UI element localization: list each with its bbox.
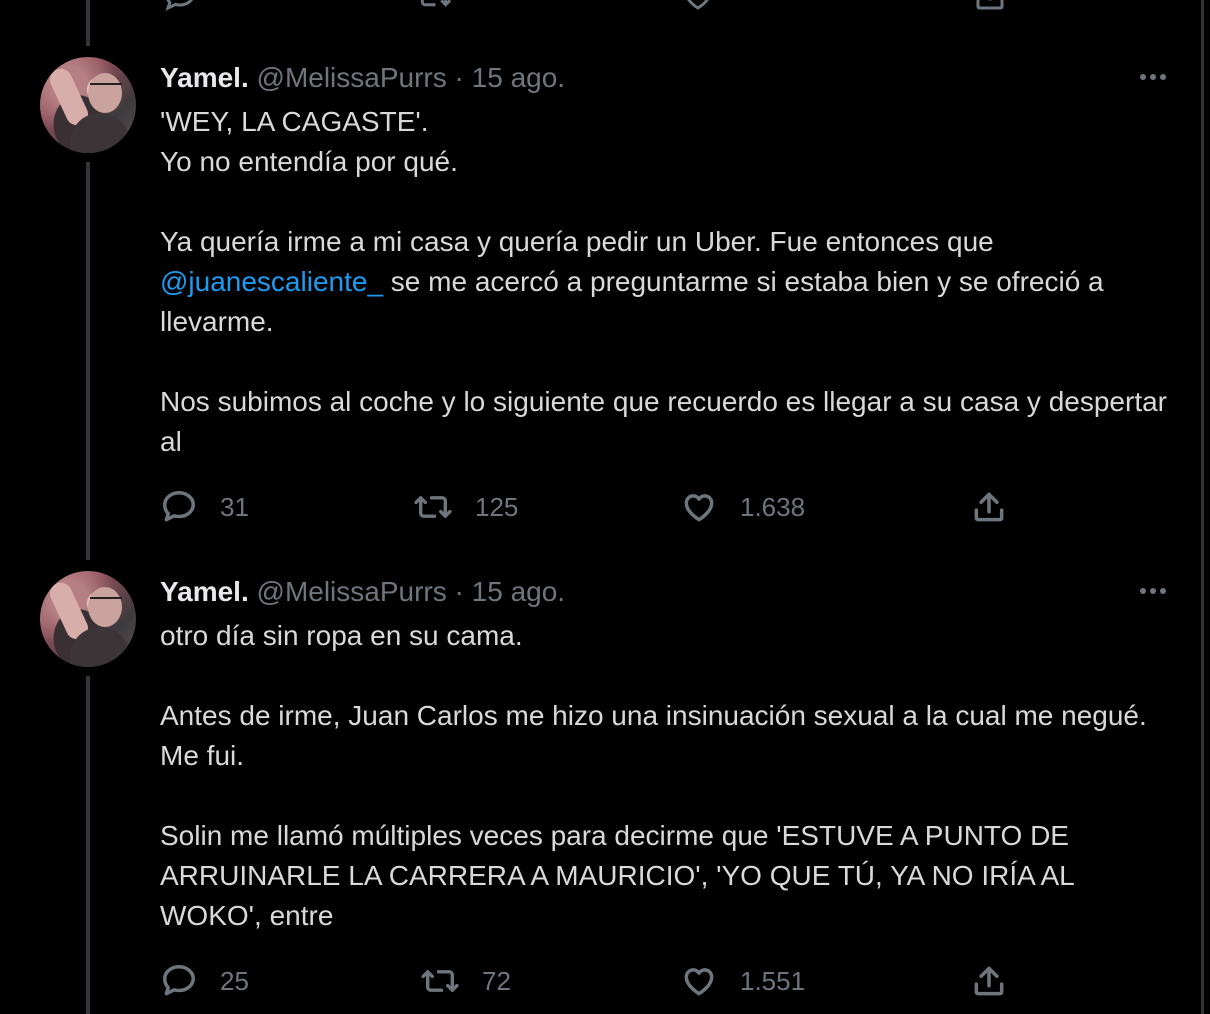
share-icon xyxy=(974,492,1004,522)
tweet-actions: 31 125 1.638 xyxy=(160,487,1020,527)
text-paragraph: Solin me llamó múltiples veces para deci… xyxy=(160,820,1074,931)
text-paragraph: Nos subimos al coche y lo siguiente que … xyxy=(160,386,1167,457)
reply-count: 31 xyxy=(220,491,249,522)
display-name[interactable]: Yamel. xyxy=(160,576,249,607)
retweet-button[interactable]: 72 xyxy=(420,961,511,1001)
mention-link[interactable]: @juanescaliente_ xyxy=(160,266,383,297)
reply-icon xyxy=(163,491,195,522)
more-options-icon[interactable] xyxy=(1138,586,1170,596)
reply-button[interactable]: 31 xyxy=(160,487,249,527)
text-line: 'WEY, LA CAGASTE'. xyxy=(160,106,429,137)
separator: · xyxy=(454,576,464,607)
text-paragraph: Antes de irme, Juan Carlos me hizo una i… xyxy=(160,700,1147,771)
text-segment: Ya quería irme a mi casa y quería pedir … xyxy=(160,226,994,257)
text-line: Yo no entendía por qué. xyxy=(160,146,458,177)
retweet-count: 72 xyxy=(482,965,511,996)
like-count: 1.551 xyxy=(740,965,806,996)
tweet-date[interactable]: 15 ago. xyxy=(472,576,565,607)
like-icon xyxy=(684,494,714,522)
tweet-date[interactable]: 15 ago. xyxy=(472,62,565,93)
reply-icon xyxy=(163,965,195,996)
tweet-header: Yamel. @MelissaPurrs · 15 ago. xyxy=(160,576,565,608)
display-name[interactable]: Yamel. xyxy=(160,62,249,93)
tweet-text: otro día sin ropa en su cama. Antes de i… xyxy=(160,616,1170,936)
timeline-border xyxy=(1201,0,1204,1014)
reply-count: 25 xyxy=(220,965,249,996)
reply-button[interactable]: 25 xyxy=(160,961,249,1001)
like-count: 1.638 xyxy=(740,491,806,522)
more-options-icon[interactable] xyxy=(1138,72,1170,82)
tweet[interactable]: Yamel. @MelissaPurrs · 15 ago. 'WEY, LA … xyxy=(0,0,1200,560)
tweet-text: 'WEY, LA CAGASTE'. Yo no entendía por qu… xyxy=(160,102,1170,462)
user-handle[interactable]: @MelissaPurrs xyxy=(257,576,447,607)
share-button[interactable] xyxy=(970,487,1008,527)
retweet-icon xyxy=(421,970,459,992)
tweet[interactable]: Yamel. @MelissaPurrs · 15 ago. otro día … xyxy=(0,560,1200,1014)
share-icon xyxy=(974,966,1004,996)
avatar[interactable] xyxy=(40,57,136,153)
like-button[interactable]: 1.551 xyxy=(680,961,805,1001)
tweet-header: Yamel. @MelissaPurrs · 15 ago. xyxy=(160,62,565,94)
retweet-button[interactable]: 125 xyxy=(413,487,518,527)
text-paragraph: otro día sin ropa en su cama. xyxy=(160,620,523,651)
tweet-actions: 25 72 1.551 xyxy=(160,961,1020,1001)
like-button[interactable]: 1.638 xyxy=(680,487,805,527)
share-button[interactable] xyxy=(970,961,1008,1001)
like-icon xyxy=(684,968,714,996)
avatar[interactable] xyxy=(40,571,136,667)
retweet-count: 125 xyxy=(475,491,519,522)
user-handle[interactable]: @MelissaPurrs xyxy=(257,62,447,93)
separator: · xyxy=(454,62,464,93)
retweet-icon xyxy=(414,496,452,518)
